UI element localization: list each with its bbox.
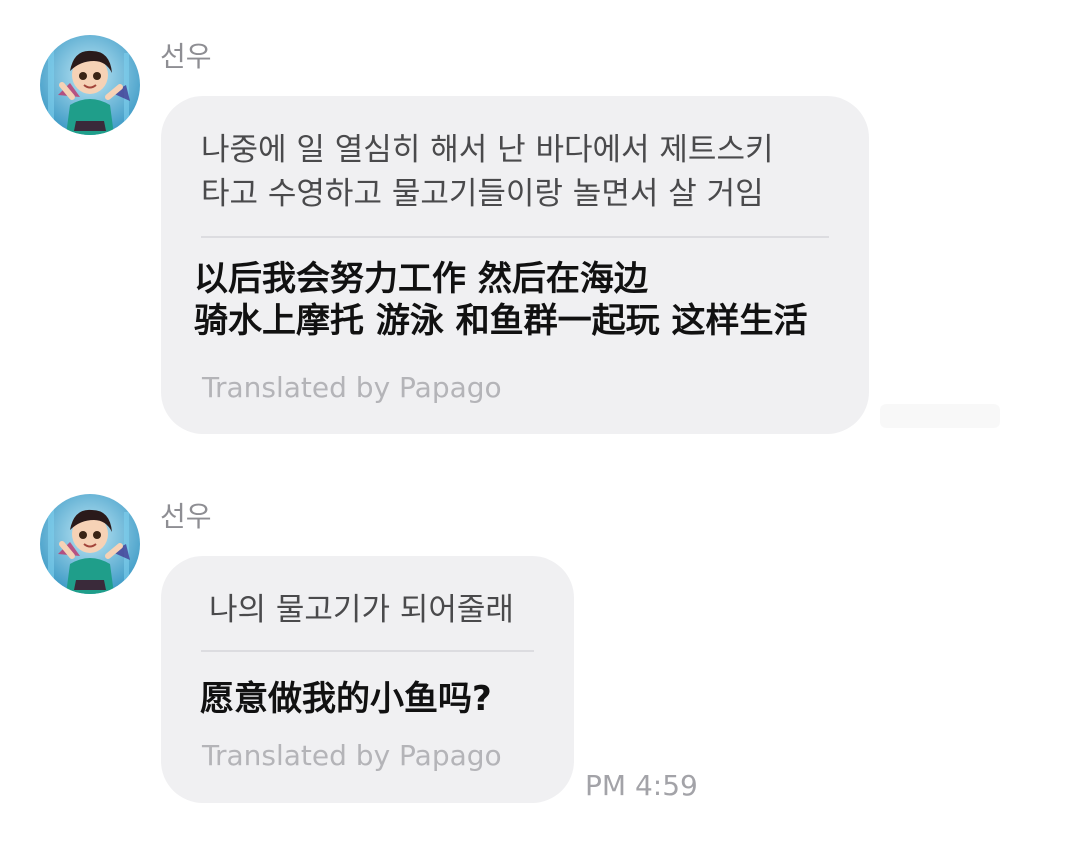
avatar[interactable] — [40, 494, 140, 594]
divider — [201, 236, 829, 238]
translated-by-label: Translated by Papago — [202, 739, 502, 772]
sender-name: 선우 — [160, 40, 212, 73]
message-bubble[interactable]: 나의 물고기가 되어줄래 愿意做我的小鱼吗? Translated by Pap… — [161, 556, 574, 803]
original-text-line: 타고 수영하고 물고기들이랑 놀면서 살 거임 — [201, 176, 764, 212]
message-bubble[interactable]: 나중에 일 열심히 해서 난 바다에서 제트스키 타고 수영하고 물고기들이랑 … — [161, 96, 869, 434]
translation-text-line: 愿意做我的小鱼吗? — [200, 679, 492, 719]
cartoon-girl-avatar-icon — [40, 494, 140, 594]
sender-name: 선우 — [160, 500, 212, 533]
cartoon-girl-avatar-icon — [40, 35, 140, 135]
divider — [201, 650, 534, 652]
avatar[interactable] — [40, 35, 140, 135]
translation-text-line: 以后我会努力工作 然后在海边 — [194, 259, 648, 299]
message-timestamp: PM 4:59 — [585, 769, 698, 802]
translated-by-label: Translated by Papago — [202, 371, 502, 404]
original-text-line: 나중에 일 열심히 해서 난 바다에서 제트스키 — [201, 132, 774, 168]
faint-artifact — [880, 404, 1000, 428]
translation-text-line: 骑水上摩托 游泳 和鱼群一起玩 这样生活 — [194, 301, 808, 341]
original-text-line: 나의 물고기가 되어줄래 — [209, 592, 514, 628]
